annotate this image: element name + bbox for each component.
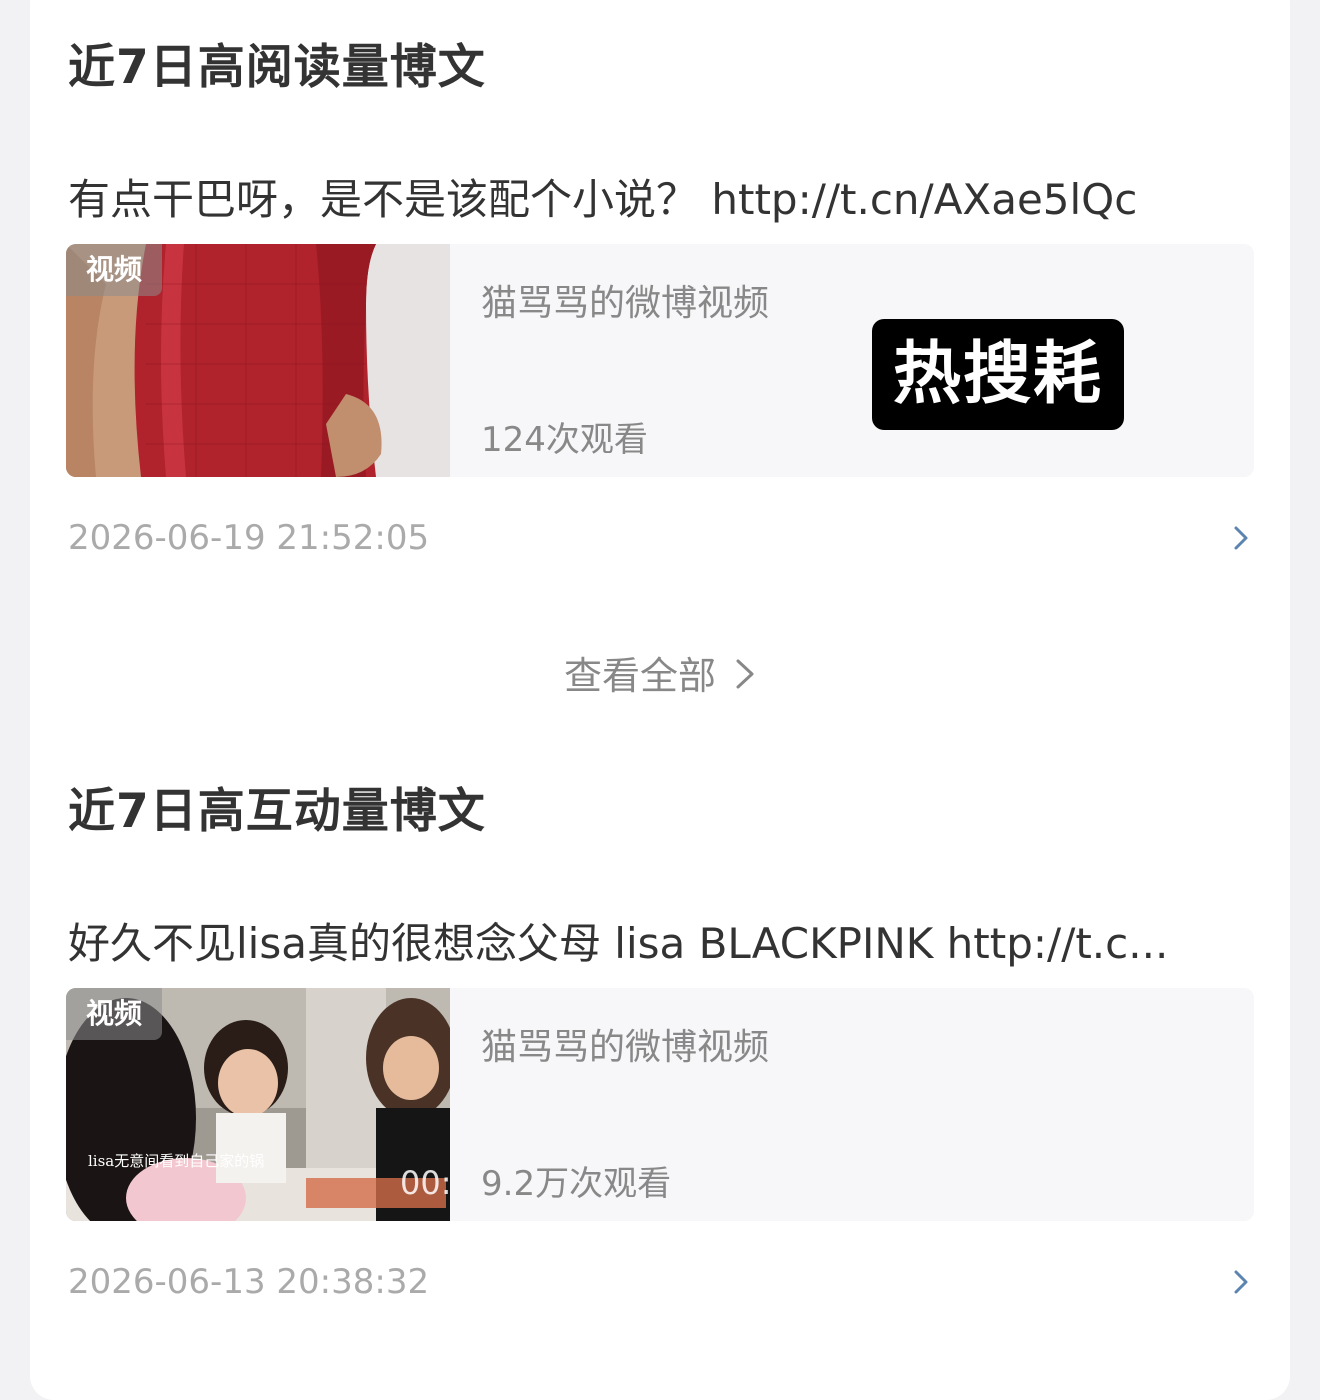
chevron-right-icon[interactable] xyxy=(1230,518,1254,558)
video-title: 猫骂骂的微博视频 xyxy=(481,1027,770,1068)
video-tag: 视频 xyxy=(66,988,162,1040)
post-text[interactable]: 好久不见lisa真的很想念父母 lisa BLACKPINK http://t.… xyxy=(68,910,1248,971)
hot-search-badge: 热搜耗 xyxy=(872,319,1124,430)
video-subtitle: lisa无意间看到自己家的锅 xyxy=(88,1152,265,1170)
post-timestamp: 2026-06-13 20:38:32 xyxy=(68,1262,430,1302)
video-title: 猫骂骂的微博视频 xyxy=(481,283,770,324)
section-title-high-interaction: 近7日高互动量博文 xyxy=(68,784,486,839)
view-all-link[interactable]: 查看全部 xyxy=(0,645,1320,702)
video-tag: 视频 xyxy=(66,244,162,296)
chevron-right-icon xyxy=(734,655,756,702)
video-thumbnail[interactable]: 视频 lisa无意间看到自己家的锅 00:37 xyxy=(66,988,450,1221)
view-count: 124次观看 xyxy=(481,420,648,460)
section-title-high-read: 近7日高阅读量博文 xyxy=(68,40,486,95)
post-text[interactable]: 有点干巴呀，是不是该配个小说？ http://t.cn/AXae5lQc xyxy=(68,166,1248,227)
post-timestamp: 2026-06-19 21:52:05 xyxy=(68,518,430,558)
video-card[interactable]: 视频 lisa无意间看到自己家的锅 00:37 猫骂骂的微博视频 9.2万次观看 xyxy=(66,988,1254,1221)
chevron-right-icon[interactable] xyxy=(1230,1262,1254,1302)
view-all-label: 查看全部 xyxy=(563,654,716,698)
video-duration: 00:37 xyxy=(400,1164,450,1202)
view-count: 9.2万次观看 xyxy=(481,1164,672,1204)
video-thumbnail[interactable]: 视频 xyxy=(66,244,450,477)
